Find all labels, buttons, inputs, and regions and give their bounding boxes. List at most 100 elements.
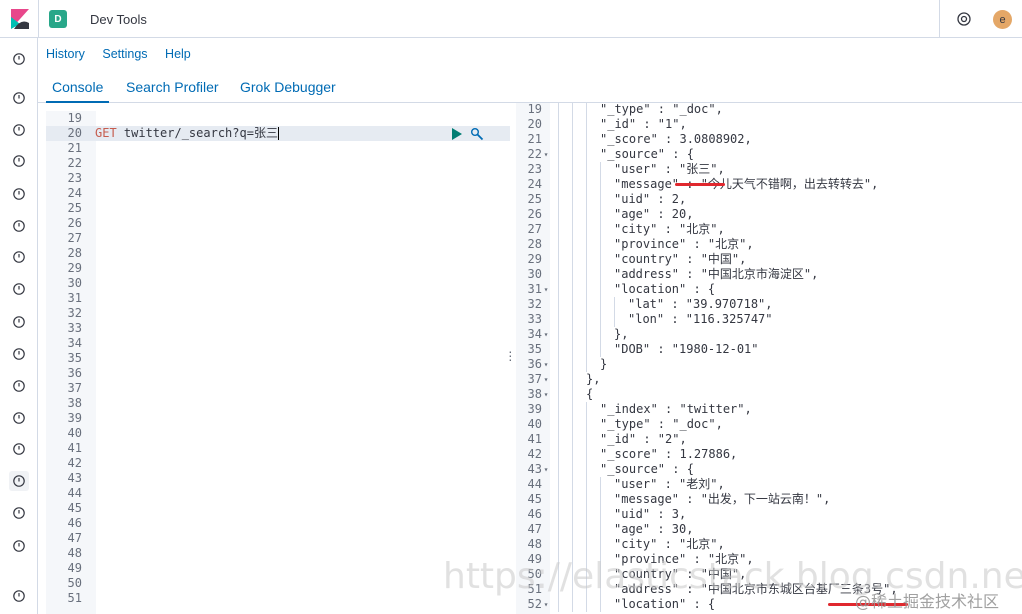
tab-console[interactable]: Console <box>45 79 110 103</box>
help-icon[interactable] <box>957 12 971 26</box>
request-editor[interactable]: 19 20 GET twitter/_search?q=张三 21 22 23 24 25 26… <box>46 111 510 606</box>
fold-toggle-icon[interactable]: ▾ <box>542 387 550 402</box>
request-line[interactable]: 48 <box>46 546 510 561</box>
request-line[interactable]: 51 <box>46 591 510 606</box>
request-line[interactable]: 50 <box>46 576 510 591</box>
request-line[interactable]: 27 <box>46 231 510 246</box>
request-line[interactable]: 38 <box>46 396 510 411</box>
response-line: 28 "province" : "北京", <box>516 237 1016 252</box>
request-line[interactable]: 46 <box>46 516 510 531</box>
siem-icon[interactable] <box>9 408 29 428</box>
visualize-icon[interactable] <box>9 120 29 140</box>
response-pane[interactable]: 19 "_type" : "_doc", 20 "_id" : "1", 21 "_sco… <box>516 103 1022 614</box>
request-line[interactable]: 23 <box>46 171 510 186</box>
request-line[interactable]: 41 <box>46 441 510 456</box>
tab-grok-debugger[interactable]: Grok Debugger <box>240 79 336 95</box>
line-code: "_index" : "twitter", <box>600 402 752 416</box>
line-number: 50 <box>527 567 542 581</box>
request-line[interactable]: 29 <box>46 261 510 276</box>
compass-icon[interactable] <box>9 88 29 108</box>
request-method: GET <box>95 126 117 140</box>
clock-icon[interactable] <box>9 49 29 69</box>
request-line[interactable]: 42 <box>46 456 510 471</box>
request-line[interactable]: 28 <box>46 246 510 261</box>
request-line[interactable]: 49 <box>46 561 510 576</box>
fold-toggle-icon[interactable]: ▾ <box>542 327 550 342</box>
help-link[interactable]: Help <box>165 47 191 61</box>
line-number: 26 <box>67 216 82 230</box>
fold-toggle-icon[interactable]: ▾ <box>542 147 550 162</box>
logs-icon[interactable] <box>9 312 29 332</box>
monitoring-icon[interactable] <box>9 503 29 523</box>
history-link[interactable]: History <box>46 47 85 61</box>
line-code: "user" : "张三", <box>614 162 725 176</box>
request-line[interactable]: 24 <box>46 186 510 201</box>
response-line: 25 "uid" : 2, <box>516 192 1016 207</box>
request-line[interactable]: 21 <box>46 141 510 156</box>
request-line[interactable]: 20 GET twitter/_search?q=张三 <box>46 126 510 141</box>
line-code: } <box>600 357 608 371</box>
collapse-icon[interactable] <box>9 586 29 606</box>
request-line[interactable]: 25 <box>46 201 510 216</box>
dashboard-icon[interactable] <box>9 151 29 171</box>
wrench-icon[interactable] <box>470 127 484 141</box>
request-line[interactable]: 35 <box>46 351 510 366</box>
request-line[interactable]: 39 <box>46 411 510 426</box>
run-request-icon[interactable] <box>452 128 462 140</box>
canvas-icon[interactable] <box>9 184 29 204</box>
response-line: 22 ▾ "_source" : { <box>516 147 1016 162</box>
request-line[interactable]: 22 <box>46 156 510 171</box>
devtools-tabs: Console Search Profiler Grok Debugger <box>38 72 1022 103</box>
infra-icon[interactable] <box>9 279 29 299</box>
fold-toggle-icon[interactable]: ▾ <box>542 357 550 372</box>
request-line[interactable]: 37 <box>46 381 510 396</box>
request-line[interactable]: 19 <box>46 111 510 126</box>
kibana-logo-icon[interactable] <box>11 9 29 29</box>
devtools-icon[interactable] <box>9 471 29 491</box>
fold-toggle-icon[interactable]: ▾ <box>542 282 550 297</box>
request-line[interactable]: 36 <box>46 366 510 381</box>
apm-icon[interactable] <box>9 344 29 364</box>
maps-icon[interactable] <box>9 216 29 236</box>
request-line[interactable]: 47 <box>46 531 510 546</box>
fold-toggle-icon[interactable]: ▾ <box>542 462 550 477</box>
fold-toggle-icon[interactable]: ▾ <box>542 597 550 612</box>
line-number: 51 <box>527 582 542 596</box>
request-line[interactable]: 32 <box>46 306 510 321</box>
request-line[interactable]: 40 <box>46 426 510 441</box>
response-line: 45 "message" : "出发，下一站云南！", <box>516 492 1016 507</box>
request-line[interactable]: 33 <box>46 321 510 336</box>
line-number: 47 <box>67 531 82 545</box>
request-line[interactable]: 44 <box>46 486 510 501</box>
ml-icon[interactable] <box>9 247 29 267</box>
tab-search-profiler[interactable]: Search Profiler <box>126 79 219 95</box>
settings-link[interactable]: Settings <box>102 47 147 61</box>
fold-toggle-icon[interactable]: ▾ <box>542 372 550 387</box>
request-line[interactable]: 43 <box>46 471 510 486</box>
request-line[interactable]: 31 <box>46 291 510 306</box>
request-line[interactable]: 34 <box>46 336 510 351</box>
user-avatar[interactable]: e <box>993 10 1012 29</box>
request-line[interactable]: 26 <box>46 216 510 231</box>
line-code: "province" : "北京", <box>614 237 754 251</box>
request-line[interactable]: 30 <box>46 276 510 291</box>
line-number: 21 <box>67 141 82 155</box>
request-line[interactable]: 45 <box>46 501 510 516</box>
space-avatar[interactable]: D <box>49 10 67 28</box>
line-number: 23 <box>527 162 542 176</box>
graph-icon[interactable] <box>9 439 29 459</box>
management-icon[interactable] <box>9 536 29 556</box>
uptime-icon[interactable] <box>9 376 29 396</box>
response-line: 34 ▾}, <box>516 327 1016 342</box>
